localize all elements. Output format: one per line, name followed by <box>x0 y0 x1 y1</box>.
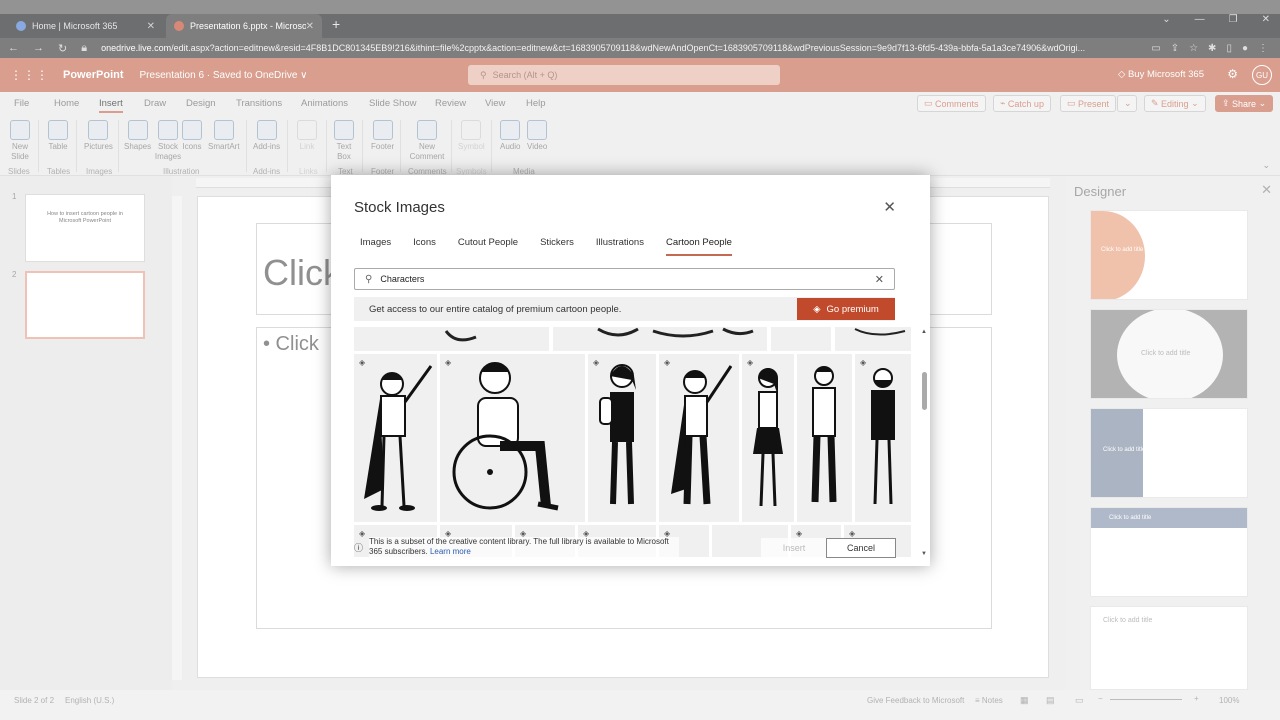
image-tile[interactable]: ◈ <box>742 354 794 522</box>
premium-diamond-icon: ◈ <box>359 358 366 367</box>
image-tile[interactable]: ◈ <box>588 354 656 522</box>
image-tile[interactable]: ◈ <box>440 354 585 522</box>
insert-button[interactable]: Insert <box>761 538 827 558</box>
stock-images-dialog: Stock Images ✕ Images Icons Cutout Peopl… <box>331 175 930 566</box>
cartoon-girl-with-backpack-icon <box>599 364 636 505</box>
results-scrollbar[interactable]: ▲ ▼ <box>920 327 930 557</box>
cartoon-hands-icon <box>444 330 477 342</box>
go-premium-label: Go premium <box>826 303 879 315</box>
cartoon-hands-icon <box>597 327 754 338</box>
scroll-down-icon[interactable]: ▼ <box>921 551 927 557</box>
go-premium-button[interactable]: ◈ Go premium <box>797 298 895 320</box>
image-tile[interactable]: ◈ <box>855 354 911 522</box>
cancel-button[interactable]: Cancel <box>826 538 896 558</box>
image-tile[interactable] <box>553 327 767 351</box>
scrollbar-thumb[interactable] <box>922 372 927 410</box>
tab-illustrations[interactable]: Illustrations <box>596 237 644 256</box>
image-tile[interactable] <box>354 327 549 351</box>
tab-cartoon-people[interactable]: Cartoon People <box>665 237 732 256</box>
tab-stickers[interactable]: Stickers <box>540 237 574 256</box>
cartoon-hands-icon <box>854 328 906 336</box>
close-icon[interactable]: ✕ <box>883 198 896 216</box>
cartoon-man-in-wheelchair-icon <box>452 362 559 511</box>
premium-diamond-icon: ◈ <box>664 358 671 367</box>
dialog-title: Stock Images <box>354 199 445 216</box>
cartoon-bearded-man-icon <box>871 368 895 505</box>
cartoon-woman-in-skirt-icon <box>753 368 783 507</box>
premium-diamond-icon: ◈ <box>445 358 452 367</box>
scroll-up-icon[interactable]: ▲ <box>921 329 927 335</box>
promo-text: Get access to our entire catalog of prem… <box>369 303 622 315</box>
tab-cutout-people[interactable]: Cutout People <box>458 237 518 256</box>
image-tile[interactable]: ◈ <box>354 354 437 522</box>
tab-icons[interactable]: Icons <box>413 237 436 256</box>
learn-more-link[interactable]: Learn more <box>430 547 471 556</box>
premium-diamond-icon: ◈ <box>747 358 754 367</box>
cartoon-boy-with-cape-icon <box>364 365 433 511</box>
dialog-footer: ⓘ This is a subset of the creative conte… <box>354 535 896 559</box>
stock-search-input[interactable]: ⚲ Characters ✕ <box>354 268 895 290</box>
premium-diamond-icon: ◈ <box>860 358 867 367</box>
image-tile[interactable] <box>797 354 852 522</box>
search-value: Characters <box>380 274 425 284</box>
clear-search-icon[interactable]: ✕ <box>875 273 884 286</box>
info-icon: ⓘ <box>354 542 364 553</box>
dialog-tabs: Images Icons Cutout People Stickers Illu… <box>360 237 754 256</box>
library-notice: This is a subset of the creative content… <box>369 537 669 556</box>
premium-diamond-icon: ◈ <box>593 358 600 367</box>
search-icon: ⚲ <box>365 273 373 285</box>
premium-banner: Get access to our entire catalog of prem… <box>354 297 895 321</box>
tab-images[interactable]: Images <box>360 237 391 256</box>
diamond-icon: ◈ <box>813 303 821 315</box>
cartoon-girl-with-cape-icon <box>671 365 733 505</box>
image-tile[interactable] <box>835 327 911 351</box>
cartoon-man-in-shirt-icon <box>811 366 837 503</box>
image-tile[interactable]: ◈ <box>659 354 739 522</box>
image-results-grid: ◈ ◈ ◈ ◈ ◈ ◈ ◈ ◈ ◈ ◈ ◈ ◈ ◈ <box>354 327 917 557</box>
image-tile[interactable] <box>771 327 831 351</box>
